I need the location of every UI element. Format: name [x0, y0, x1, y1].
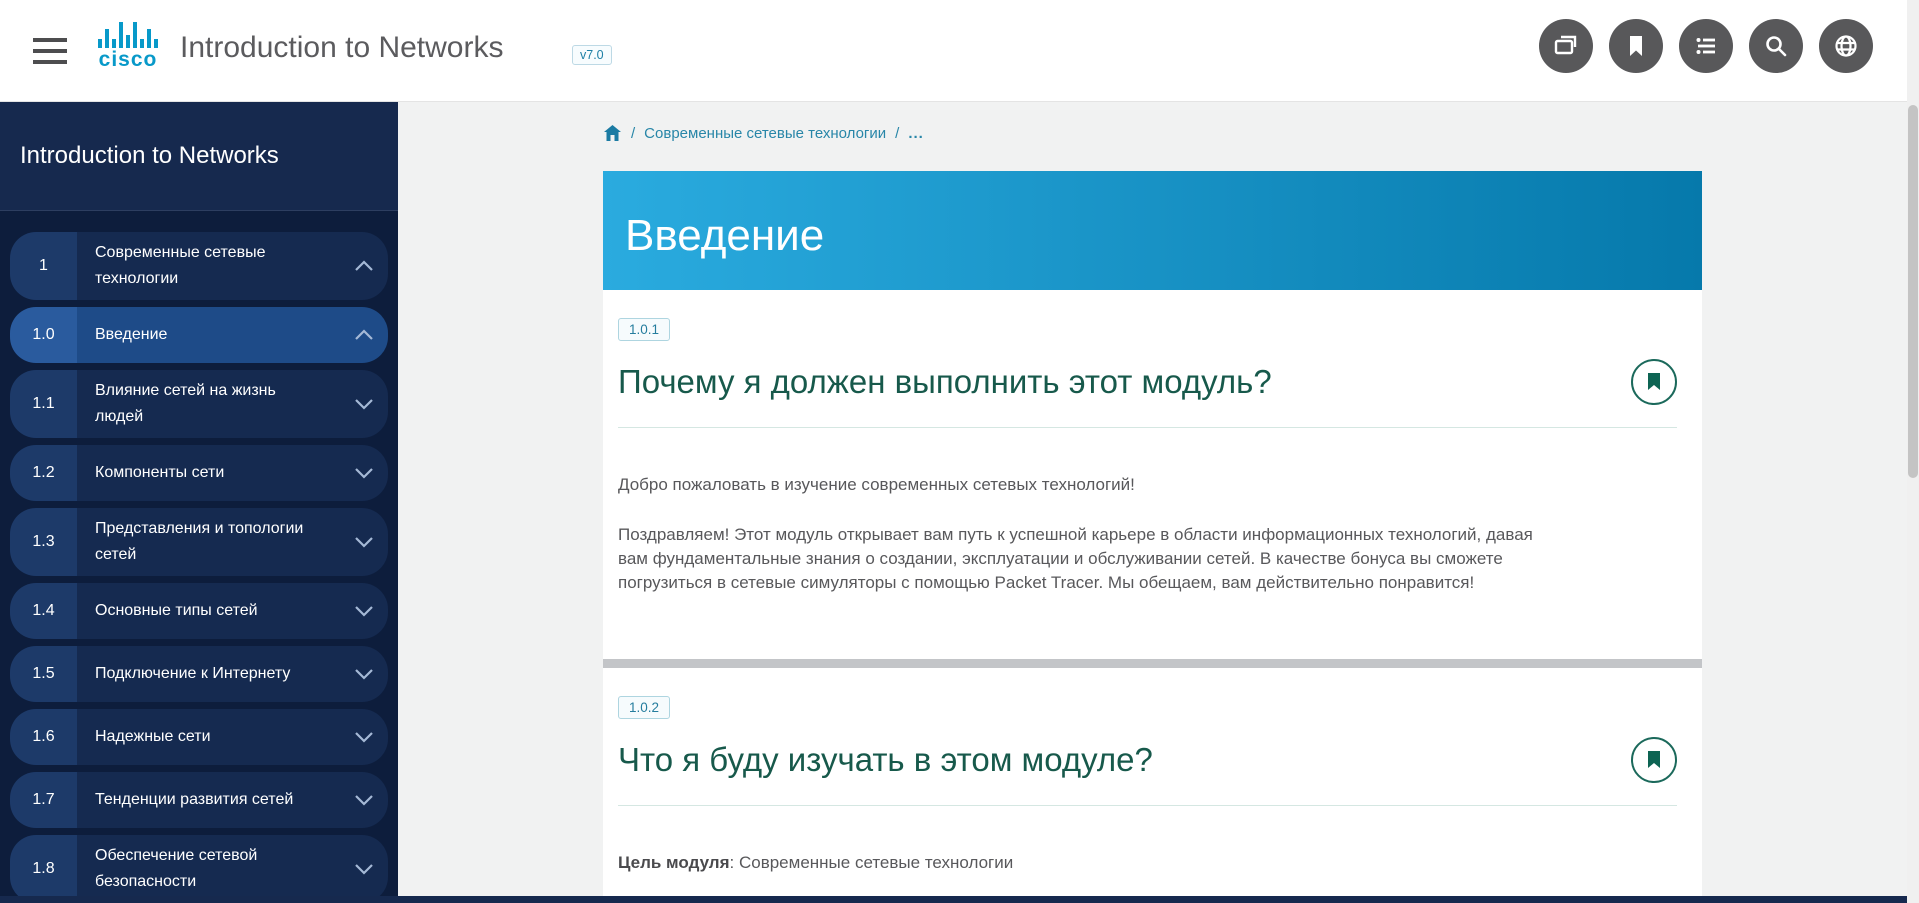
search-icon[interactable] [1749, 19, 1803, 73]
breadcrumb-separator: / [895, 125, 899, 142]
cisco-logo: cisco [88, 20, 168, 72]
top-header: cisco Introduction to Networks v7.0 [0, 0, 1919, 102]
nav-item-number: 1.5 [10, 646, 77, 702]
scrollbar-thumb[interactable] [1908, 105, 1918, 478]
module-objective: Цель модуля: Современные сетевые техноло… [618, 851, 1538, 875]
section-divider [603, 659, 1702, 668]
breadcrumb-module-link[interactable]: Современные сетевые технологии [644, 125, 886, 142]
content-area: / Современные сетевые технологии / ... В… [398, 102, 1907, 896]
nav-item-number: 1.2 [10, 445, 77, 501]
nav-item-label: Введение [95, 322, 310, 348]
nav-item-number: 1.3 [10, 508, 77, 576]
sidebar-item-1.5[interactable]: 1.5 Подключение к Интернету [10, 646, 388, 702]
section-heading: Что я буду изучать в этом модуле? [618, 738, 1153, 782]
nav-item-label: Надежные сети [95, 724, 310, 750]
home-icon[interactable] [603, 124, 622, 142]
nav-item-number: 1.4 [10, 583, 77, 639]
section-1-0-2: 1.0.2 Что я буду изучать в этом модуле? … [603, 668, 1702, 875]
course-sidebar: Introduction to Networks 1 Современные с… [0, 102, 398, 896]
chevron-icon [354, 536, 374, 548]
chevron-icon [354, 605, 374, 617]
collections-icon[interactable] [1539, 19, 1593, 73]
module-objective-label: Цель модуля [618, 853, 730, 872]
breadcrumb: / Современные сетевые технологии / ... [603, 124, 924, 142]
sidebar-item-1.8[interactable]: 1.8 Обеспечение сетевой безопасности [10, 835, 388, 896]
nav-item-label: Представления и топологии сетей [95, 516, 310, 568]
sidebar-course-title: Introduction to Networks [20, 142, 279, 170]
chevron-icon [354, 260, 374, 272]
section-badge: 1.0.1 [618, 318, 670, 341]
sidebar-item-1.0[interactable]: 1.0 Введение [10, 307, 388, 363]
bookmarks-icon[interactable] [1609, 19, 1663, 73]
header-actions [1539, 19, 1873, 73]
bookmark-section-button[interactable] [1631, 359, 1677, 405]
section-1-0-1: 1.0.1 Почему я должен выполнить этот мод… [603, 290, 1702, 659]
table-of-contents-icon[interactable] [1679, 19, 1733, 73]
chevron-icon [354, 863, 374, 875]
nav-item-number: 1.1 [10, 370, 77, 438]
nav-item-label: Тенденции развития сетей [95, 787, 310, 813]
sidebar-item-1.1[interactable]: 1.1 Влияние сетей на жизнь людей [10, 370, 388, 438]
breadcrumb-separator: / [631, 125, 635, 142]
chevron-icon [354, 467, 374, 479]
nav-item-label: Влияние сетей на жизнь людей [95, 378, 310, 430]
paragraph: Добро пожаловать в изучение современных … [618, 473, 1538, 497]
app-window: cisco Introduction to Networks v7.0 [0, 0, 1919, 903]
nav-item-label: Подключение к Интернету [95, 661, 310, 687]
sidebar-item-1.6[interactable]: 1.6 Надежные сети [10, 709, 388, 765]
bottom-bar [0, 896, 1907, 903]
nav-item-number: 1.0 [10, 307, 77, 363]
chevron-icon [354, 398, 374, 410]
hamburger-menu-icon[interactable] [33, 38, 67, 64]
course-title: Introduction to Networks [180, 31, 503, 65]
section-heading: Почему я должен выполнить этот модуль? [618, 360, 1272, 404]
section-rule [618, 427, 1677, 428]
chevron-icon [354, 329, 374, 341]
nav-item-number: 1.6 [10, 709, 77, 765]
sidebar-item-1.2[interactable]: 1.2 Компоненты сети [10, 445, 388, 501]
bookmark-section-button[interactable] [1631, 737, 1677, 783]
vertical-scrollbar [1907, 0, 1919, 903]
nav-item-label: Компоненты сети [95, 460, 310, 486]
nav-item-label: Современные сетевые технологии [95, 240, 310, 292]
chevron-icon [354, 794, 374, 806]
version-badge: v7.0 [572, 45, 612, 65]
module-banner-title: Введение [625, 211, 824, 261]
sidebar-item-1[interactable]: 1 Современные сетевые технологии [10, 232, 388, 300]
language-globe-icon[interactable] [1819, 19, 1873, 73]
nav-item-number: 1.8 [10, 835, 77, 896]
nav-item-label: Основные типы сетей [95, 598, 310, 624]
sidebar-item-1.7[interactable]: 1.7 Тенденции развития сетей [10, 772, 388, 828]
module-banner: Введение [603, 171, 1702, 290]
breadcrumb-ellipsis[interactable]: ... [908, 125, 924, 142]
sidebar-course-header: Introduction to Networks [0, 102, 398, 211]
section-rule [618, 805, 1677, 806]
module-nav-list: 1 Современные сетевые технологии 1.0 Вве… [0, 211, 398, 896]
cisco-logo-text: cisco [88, 48, 168, 72]
cisco-logo-bars-icon [88, 20, 168, 48]
section-badge: 1.0.2 [618, 696, 670, 719]
nav-item-label: Обеспечение сетевой безопасности [95, 843, 310, 895]
lesson-card: Введение 1.0.1 Почему я должен выполнить… [603, 171, 1702, 896]
sidebar-item-1.4[interactable]: 1.4 Основные типы сетей [10, 583, 388, 639]
sidebar-item-1.3[interactable]: 1.3 Представления и топологии сетей [10, 508, 388, 576]
paragraph: Поздравляем! Этот модуль открывает вам п… [618, 523, 1538, 595]
module-objective-text: : Современные сетевые технологии [730, 853, 1014, 872]
nav-item-number: 1.7 [10, 772, 77, 828]
chevron-icon [354, 668, 374, 680]
nav-item-number: 1 [10, 232, 77, 300]
chevron-icon [354, 731, 374, 743]
